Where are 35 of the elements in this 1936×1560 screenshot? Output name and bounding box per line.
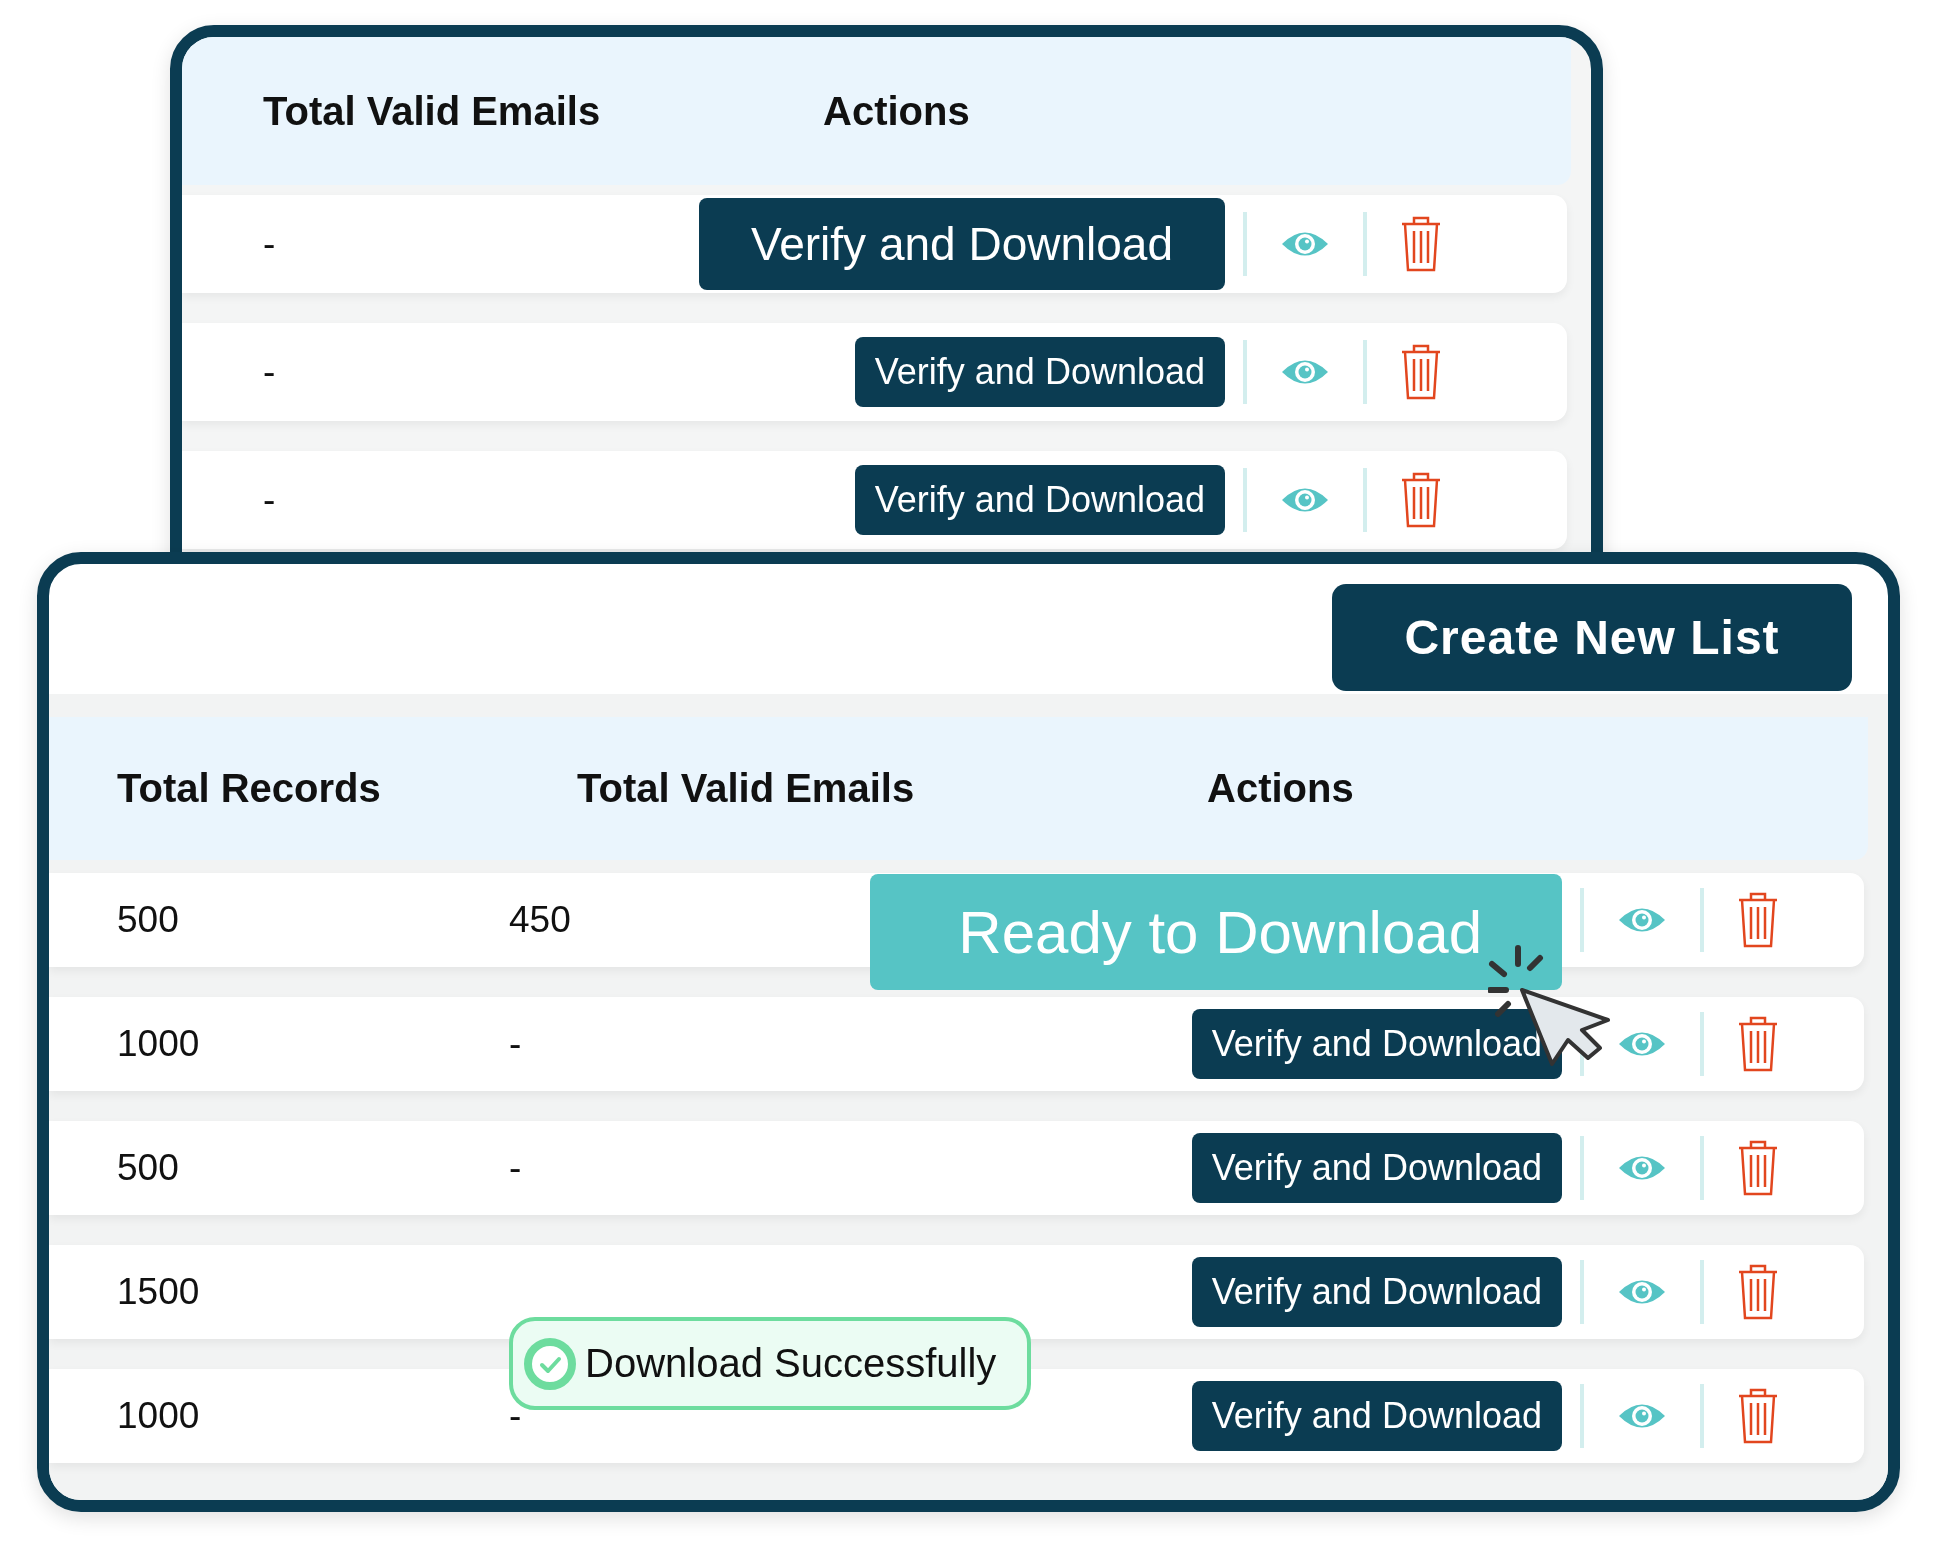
- table-cell-text: 1500: [116, 1271, 201, 1313]
- column-header: Total Valid Emails: [577, 766, 916, 811]
- table-cell-text: -: [262, 223, 277, 265]
- column-header: Actions: [1206, 766, 1355, 811]
- column-header: Total Valid Emails: [262, 88, 602, 134]
- trash-icon: [1738, 892, 1778, 948]
- table-cell-text: 1000: [116, 1395, 201, 1437]
- verify-and-download-button[interactable]: Verify and Download: [1191, 1133, 1562, 1203]
- verify-and-download-button[interactable]: Verify and Download: [1191, 1009, 1562, 1079]
- verify-and-download-button[interactable]: Verify and Download: [854, 465, 1225, 535]
- trash-icon: [1738, 1264, 1778, 1320]
- trash-icon: [1738, 1388, 1778, 1444]
- table-cell-text: 450: [509, 899, 572, 941]
- trash-icon: [1738, 1140, 1778, 1196]
- check-circle-icon: [523, 1336, 577, 1391]
- verify-and-download-button[interactable]: Verify and Download: [1191, 1381, 1562, 1451]
- trash-icon: [1738, 1016, 1778, 1072]
- trash-icon: [1401, 216, 1441, 272]
- verify-and-download-button[interactable]: Verify and Download: [1191, 1257, 1562, 1327]
- table-cell-text: -: [509, 1147, 523, 1189]
- trash-icon: [1401, 344, 1441, 400]
- verify-and-download-button[interactable]: Verify and Download: [854, 337, 1225, 407]
- verify-and-download-button[interactable]: Verify and Download: [699, 198, 1225, 290]
- table-cell-text: -: [509, 1023, 523, 1065]
- trash-icon: [1401, 472, 1441, 528]
- table-cell-text: 500: [116, 1147, 180, 1189]
- table-cell-text: -: [509, 1395, 523, 1437]
- column-header: Total Records: [116, 766, 382, 811]
- toast-message: Download Successfully: [585, 1341, 997, 1386]
- table-cell-text: 500: [116, 899, 180, 941]
- table-cell-text: 1000: [116, 1023, 201, 1065]
- column-header: Actions: [823, 88, 971, 134]
- table-cell-text: -: [262, 351, 277, 393]
- create-new-list-button[interactable]: Create New List: [1332, 584, 1852, 691]
- table-cell-text: -: [262, 479, 277, 521]
